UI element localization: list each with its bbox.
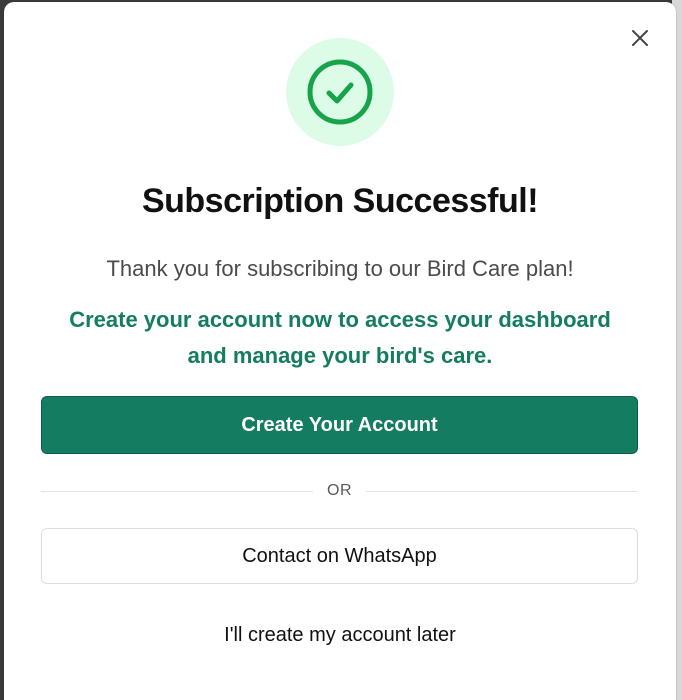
divider-line-left [41,490,313,492]
divider-label: OR [327,482,352,499]
modal-title: Subscription Successful! [141,182,539,220]
check-circle-icon [307,59,373,125]
account-cta-line-2: and manage your bird's care. [187,343,493,368]
contact-whatsapp-button[interactable]: Contact on WhatsApp [41,528,638,584]
account-cta-line-1: Create your account now to access your d… [69,307,611,332]
success-badge [286,38,394,146]
divider-line-right [366,490,638,492]
create-account-later-link[interactable]: I'll create my account later [4,624,676,647]
close-icon [632,30,648,46]
subscription-success-modal: Subscription Successful! Thank you for s… [4,2,676,700]
create-account-button[interactable]: Create Your Account [41,396,638,454]
close-button[interactable] [630,28,650,48]
modal-subtitle: Thank you for subscribing to our Bird Ca… [106,256,574,281]
account-cta-text: Create your account now to access your d… [34,302,646,374]
or-divider: OR [41,480,638,502]
